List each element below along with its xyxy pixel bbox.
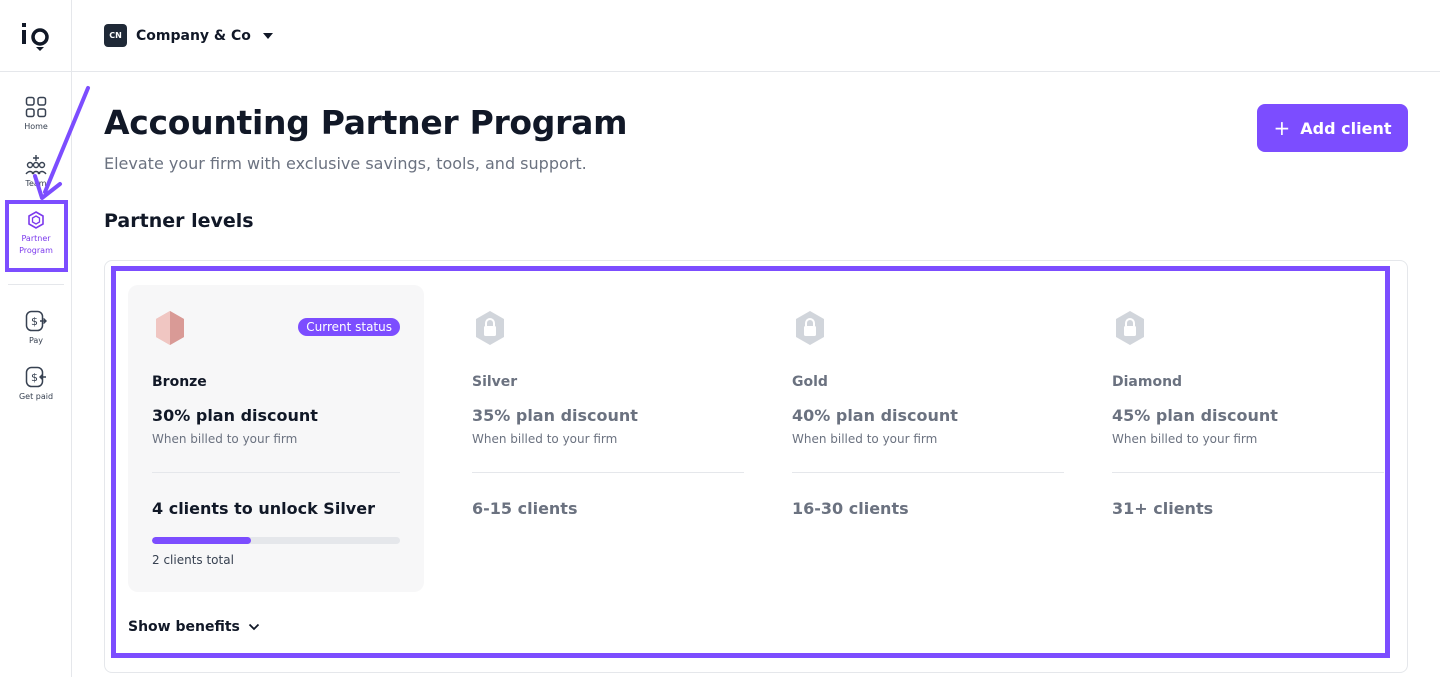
- app-logo[interactable]: [0, 0, 72, 72]
- sidebar-item-label: Get paid: [18, 392, 54, 401]
- divider: [1112, 472, 1384, 473]
- plus-icon: +: [1273, 116, 1291, 140]
- sidebar: Home Team Partner Program $ Pay $ Get pa…: [0, 0, 72, 677]
- divider: [152, 472, 400, 473]
- level-discount: 35% plan discount: [472, 406, 638, 425]
- divider: [792, 472, 1064, 473]
- level-clients: 31+ clients: [1112, 499, 1214, 518]
- level-clients: 16-30 clients: [792, 499, 909, 518]
- level-card-silver: Silver 35% plan discount When billed to …: [448, 285, 744, 592]
- progress-text: 2 clients total: [152, 553, 234, 567]
- level-discount: 45% plan discount: [1112, 406, 1278, 425]
- level-name: Diamond: [1112, 374, 1183, 390]
- level-card-gold: Gold 40% plan discount When billed to yo…: [768, 285, 1064, 592]
- level-clients: 4 clients to unlock Silver: [152, 499, 375, 518]
- annotation-highlight-box: [5, 200, 68, 272]
- level-name: Bronze: [152, 374, 207, 390]
- lock-icon: [476, 311, 504, 345]
- company-switcher[interactable]: CN Company & Co: [104, 24, 273, 47]
- sidebar-divider: [8, 284, 64, 285]
- topbar: CN Company & Co: [72, 0, 1440, 72]
- level-name: Gold: [792, 374, 828, 390]
- level-billed-note: When billed to your firm: [792, 432, 938, 446]
- sidebar-item-label: Team: [25, 179, 47, 188]
- level-card-diamond: Diamond 45% plan discount When billed to…: [1088, 285, 1384, 592]
- company-name: Company & Co: [136, 27, 251, 44]
- svg-text:$: $: [31, 371, 38, 384]
- divider: [472, 472, 744, 473]
- company-badge: CN: [104, 24, 127, 47]
- level-billed-note: When billed to your firm: [152, 432, 298, 446]
- sidebar-item-pay[interactable]: $ Pay: [0, 310, 72, 347]
- svg-text:$: $: [31, 315, 38, 328]
- grid-icon: [25, 96, 47, 118]
- page-title: Accounting Partner Program: [104, 103, 628, 142]
- page-subtitle: Elevate your firm with exclusive savings…: [104, 154, 587, 173]
- sidebar-item-home[interactable]: Home: [0, 96, 72, 133]
- level-card-bronze: Current status Bronze 30% plan discount …: [128, 285, 424, 592]
- show-benefits-toggle[interactable]: Show benefits: [128, 619, 260, 635]
- sidebar-item-get-paid[interactable]: $ Get paid: [0, 366, 72, 403]
- logo-icon: [22, 22, 49, 51]
- pay-icon: $: [25, 310, 47, 332]
- section-title: Partner levels: [104, 210, 254, 232]
- caret-down-icon: [262, 32, 273, 39]
- status-badge: Current status: [298, 318, 400, 336]
- add-client-label: Add client: [1300, 118, 1392, 138]
- level-name: Silver: [472, 374, 518, 390]
- level-discount: 40% plan discount: [792, 406, 958, 425]
- show-benefits-label: Show benefits: [128, 619, 240, 635]
- add-client-button[interactable]: + Add client: [1257, 104, 1408, 152]
- level-billed-note: When billed to your firm: [472, 432, 618, 446]
- sidebar-item-label: Pay: [28, 336, 44, 345]
- sidebar-item-team[interactable]: Team: [0, 153, 72, 190]
- level-billed-note: When billed to your firm: [1112, 432, 1258, 446]
- sidebar-item-label: Home: [24, 122, 48, 131]
- lock-icon: [1116, 311, 1144, 345]
- bronze-gem-icon: [156, 311, 184, 345]
- lock-icon: [796, 311, 824, 345]
- get-paid-icon: $: [25, 366, 46, 388]
- progress-fill: [152, 537, 252, 544]
- level-clients: 6-15 clients: [472, 499, 578, 518]
- progress-bar: [152, 537, 400, 544]
- chevron-down-icon: [248, 623, 259, 631]
- team-icon: [25, 155, 47, 175]
- level-discount: 30% plan discount: [152, 406, 318, 425]
